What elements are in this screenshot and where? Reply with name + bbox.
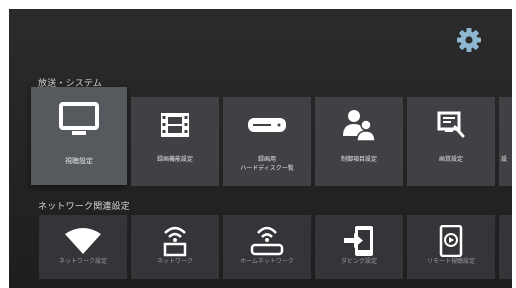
users-icon: [315, 107, 403, 143]
tablet-play-icon: [407, 223, 495, 259]
gear-icon[interactable]: [456, 27, 482, 53]
tile-recording-settings[interactable]: 録画機能設定: [131, 97, 219, 186]
film-icon: [131, 107, 219, 143]
tv-icon: [31, 101, 127, 137]
tile-picture-settings[interactable]: 画質設定: [407, 97, 495, 186]
partial-icon: [499, 107, 512, 143]
screen-settings-icon: [407, 107, 495, 143]
tile-label: 制御項目設定: [340, 156, 377, 163]
tile-dubbing-settings[interactable]: ダビング設定: [315, 215, 403, 279]
router-icon: [223, 223, 311, 259]
tile-network[interactable]: ネットワーク: [131, 215, 219, 279]
tile-label: ダビング設定: [340, 258, 377, 265]
wifi-icon: [39, 223, 127, 259]
tile-partial[interactable]: [499, 215, 512, 279]
tile-label: 録画用 ハードディスク一覧: [240, 156, 294, 172]
tile-network-settings[interactable]: ネットワーク設定: [39, 215, 127, 279]
tablet-import-icon: [315, 223, 403, 259]
tile-home-network[interactable]: ホームネットワーク: [223, 215, 311, 279]
hard-disk-icon: [223, 107, 311, 143]
settings-screen: 放送・システム 視聴設定 録画機能設定 録画用 ハードディスク一覧 制御項目設定…: [9, 9, 512, 288]
tile-viewing-settings[interactable]: 視聴設定: [31, 87, 127, 185]
tile-label: 視聴設定: [65, 157, 93, 165]
tile-label: ネットワーク: [156, 258, 193, 265]
tile-label: ネットワーク設定: [58, 258, 107, 265]
tile-partial[interactable]: 設: [499, 97, 512, 186]
tile-control-settings[interactable]: 制御項目設定: [315, 97, 403, 186]
tile-label: 設: [501, 156, 508, 163]
tile-remote-viewing-settings[interactable]: リモート視聴設定: [407, 215, 495, 279]
partial-icon: [499, 223, 512, 259]
tile-label: 画質設定: [438, 156, 463, 163]
tv-wifi-icon: [131, 223, 219, 259]
tile-label: リモート視聴設定: [426, 258, 475, 265]
tile-label: 録画機能設定: [156, 156, 193, 163]
section-title-network: ネットワーク関連設定: [38, 202, 131, 212]
tile-label: ホームネットワーク: [240, 258, 294, 265]
tile-recording-hdd-list[interactable]: 録画用 ハードディスク一覧: [223, 97, 311, 186]
